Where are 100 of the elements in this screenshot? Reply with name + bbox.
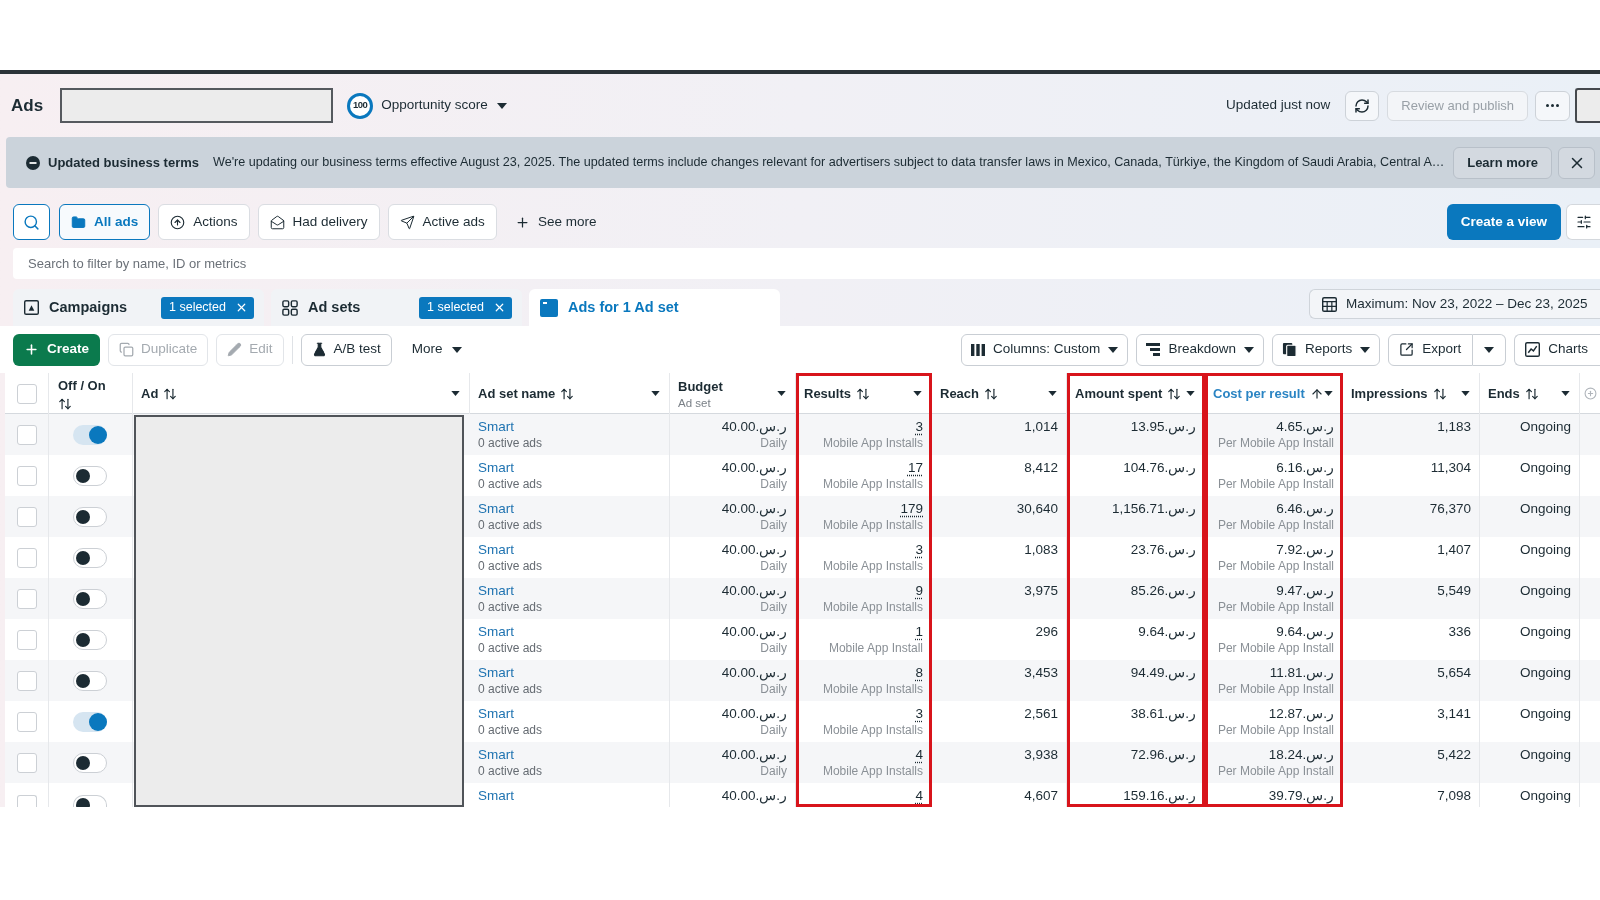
view-tab[interactable]: Actions: [158, 204, 250, 240]
ad-set-link[interactable]: Smart: [478, 787, 514, 804]
ad-set-link[interactable]: Smart: [478, 705, 514, 722]
budget-period: Daily: [760, 558, 787, 575]
refresh-button[interactable]: [1345, 90, 1380, 121]
sort-icon[interactable]: [560, 386, 575, 401]
end-status: Ongoing: [1519, 459, 1571, 476]
sort-icon[interactable]: [984, 386, 999, 401]
view-tab[interactable]: All ads: [59, 204, 151, 240]
date-range-picker[interactable]: Maximum: Nov 23, 2022 – Dec 23, 2025: [1309, 289, 1600, 319]
end-status: Ongoing: [1519, 418, 1571, 435]
selection-chip[interactable]: 1 selected: [419, 296, 512, 319]
column-label[interactable]: Budget: [678, 377, 723, 397]
level-tab[interactable]: Ads for 1 Ad set: [529, 289, 780, 326]
caret-icon: [1243, 346, 1254, 353]
cost-per-result-value: ر.س.9.47: [1276, 582, 1334, 599]
arrow-up-circle-icon: [170, 214, 186, 230]
column-label[interactable]: Impressions: [1351, 383, 1428, 404]
cost-per-result-value: ر.س.9.64: [1276, 623, 1334, 640]
level-tab[interactable]: Campaigns 1 selected: [13, 289, 264, 326]
create-button[interactable]: Create: [13, 333, 101, 366]
more-menu-button[interactable]: More: [403, 333, 470, 366]
more-options-button[interactable]: [1535, 90, 1570, 121]
cost-per-result-value: ر.س.6.46: [1276, 500, 1334, 517]
export-button[interactable]: Export: [1388, 333, 1474, 366]
selection-chip[interactable]: 1 selected: [161, 296, 254, 319]
caret-icon: [912, 391, 922, 396]
column-label[interactable]: Ad: [141, 383, 159, 404]
ad-set-status: 0 active ads: [478, 599, 543, 616]
reach-value: 8,412: [1024, 459, 1058, 476]
results-count[interactable]: 1: [915, 623, 923, 640]
sort-icon[interactable]: [1167, 386, 1182, 401]
column-label[interactable]: Off / On: [58, 375, 132, 396]
ad-set-link[interactable]: Smart: [478, 582, 514, 599]
filter-search-field[interactable]: Search to filter by name, ID or metrics: [13, 248, 1600, 279]
plus-icon: [514, 214, 530, 230]
ad-set-link[interactable]: Smart: [478, 541, 514, 558]
sort-icon[interactable]: [163, 386, 178, 401]
sort-icon[interactable]: [1524, 386, 1539, 401]
folder-icon: [71, 214, 86, 230]
charts-button[interactable]: Charts: [1514, 333, 1600, 366]
line-chart-icon: [1525, 342, 1541, 357]
amount-spent-value: ر.س.72.96: [1130, 746, 1196, 763]
amount-spent-value: ر.س.159.16: [1123, 787, 1196, 804]
sort-icon[interactable]: [855, 386, 870, 401]
results-count[interactable]: 4: [915, 787, 923, 804]
learn-more-button[interactable]: Learn more: [1453, 146, 1552, 179]
ad-set-link[interactable]: Smart: [478, 623, 514, 640]
close-icon: [493, 301, 506, 314]
opportunity-score-button[interactable]: Opportunity score: [381, 95, 507, 116]
cost-per-result-value: ر.س.12.87: [1268, 705, 1334, 722]
budget-period: Daily: [760, 763, 787, 780]
close-button[interactable]: [1558, 146, 1595, 179]
level-tab[interactable]: Ad sets 1 selected: [271, 289, 522, 326]
view-settings-button[interactable]: [1566, 204, 1600, 240]
ad-set-link[interactable]: Smart: [478, 746, 514, 763]
impressions-value: 11,304: [1430, 459, 1471, 476]
view-tab[interactable]: Had delivery: [257, 204, 380, 240]
impressions-value: 1,407: [1437, 541, 1471, 558]
toolbar-menu-button[interactable]: Reports: [1271, 333, 1381, 366]
ad-set-link[interactable]: Smart: [478, 459, 514, 476]
caret-icon: [1324, 391, 1334, 396]
export-menu-button[interactable]: [1473, 333, 1507, 366]
results-count[interactable]: 17: [907, 459, 923, 476]
sort-icon[interactable]: [58, 397, 72, 412]
results-count[interactable]: 179: [900, 500, 923, 517]
results-count[interactable]: 3: [915, 541, 923, 558]
sort-icon[interactable]: [1432, 386, 1447, 401]
create-view-button[interactable]: Create a view: [1446, 204, 1561, 240]
ad-set-link[interactable]: Smart: [478, 418, 514, 435]
results-count[interactable]: 3: [915, 705, 923, 722]
ad-set-status: 0 active ads: [478, 517, 543, 534]
toolbar-menu-button[interactable]: Breakdown: [1136, 333, 1264, 366]
budget-period: Daily: [760, 599, 787, 616]
column-label[interactable]: Ends: [1488, 383, 1520, 404]
breakdown-icon: [1146, 343, 1161, 356]
results-count[interactable]: 9: [915, 582, 923, 599]
results-count[interactable]: 8: [915, 664, 923, 681]
column-label[interactable]: Cost per result: [1213, 383, 1305, 404]
column-label[interactable]: Amount spent: [1075, 383, 1163, 404]
column-label[interactable]: Ad set name: [478, 383, 556, 404]
ad-set-status: 0 active ads: [478, 763, 543, 780]
row-checkbox[interactable]: [16, 795, 37, 807]
column-label[interactable]: Results: [804, 383, 851, 404]
end-status: Ongoing: [1519, 787, 1571, 804]
export-icon: [1399, 342, 1415, 357]
ad-set-link[interactable]: Smart: [478, 500, 514, 517]
columns-icon: [971, 343, 986, 356]
results-count[interactable]: 3: [915, 418, 923, 435]
search-button[interactable]: [13, 204, 50, 240]
toolbar-menu-button[interactable]: Columns: Custom: [961, 333, 1129, 366]
ad-set-link[interactable]: Smart: [478, 664, 514, 681]
view-tab[interactable]: Active ads: [387, 204, 497, 240]
column-label[interactable]: Reach: [940, 383, 980, 404]
results-count[interactable]: 4: [915, 746, 923, 763]
see-more-button[interactable]: See more: [506, 204, 605, 240]
reach-value: 3,975: [1024, 582, 1058, 599]
toolbar-button[interactable]: A/B test: [300, 333, 392, 366]
impressions-value: 1,183: [1437, 418, 1471, 435]
sort-ascending-icon[interactable]: [1309, 386, 1324, 401]
